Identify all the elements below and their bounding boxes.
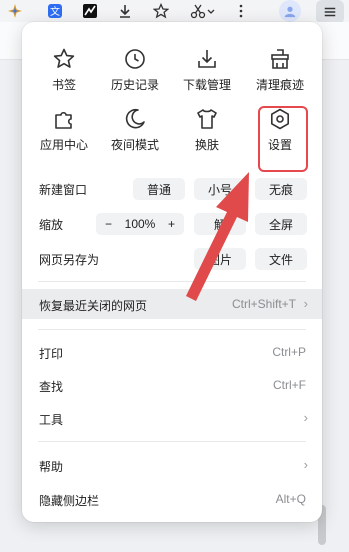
bookmarks-label: 书签 — [51, 78, 76, 92]
find-item[interactable]: 查找 Ctrl+F — [22, 370, 322, 400]
zoom-out-button[interactable]: − — [105, 217, 112, 231]
zoom-row: 缩放 − 100% + 解 全屏 — [22, 209, 322, 239]
clock-icon — [123, 47, 147, 71]
find-label: 查找 — [39, 380, 64, 394]
downloads-button[interactable]: 下载管理 — [171, 47, 243, 103]
clear-traces-label: 清理痕迹 — [255, 78, 304, 92]
scissors-icon[interactable] — [188, 2, 218, 20]
divider — [38, 329, 306, 330]
app-center-button[interactable]: 应用中心 — [28, 107, 100, 163]
save-as-file-button[interactable]: 文件 — [255, 248, 307, 270]
divider — [38, 281, 306, 282]
settings-highlight-box — [258, 106, 308, 172]
browser-toolbar: 文 — [0, 0, 349, 24]
history-label: 历史记录 — [110, 78, 159, 92]
save-as-row: 网页另存为 图片 文件 — [22, 244, 322, 274]
zoom-value: 100% — [124, 217, 156, 231]
svg-text:文: 文 — [50, 5, 60, 18]
new-window-small-button[interactable]: 小号 — [194, 178, 246, 200]
chevron-right-icon: › — [303, 410, 308, 425]
star-icon[interactable] — [152, 2, 170, 20]
help-item[interactable]: 帮助 › — [22, 450, 322, 480]
fullscreen-button[interactable]: 全屏 — [255, 213, 307, 235]
restore-shortcut: Ctrl+Shift+T — [231, 297, 296, 311]
clear-traces-button[interactable]: 清理痕迹 — [244, 47, 316, 103]
save-as-image-button[interactable]: 图片 — [194, 248, 246, 270]
moon-icon — [123, 107, 147, 131]
more-vertical-icon[interactable] — [232, 2, 250, 20]
restore-closed-pages-item[interactable]: 恢复最近关闭的网页 Ctrl+Shift+T › — [22, 289, 322, 319]
downloads-label: 下载管理 — [182, 78, 231, 92]
skin-label: 换肤 — [194, 138, 219, 152]
restore-closed-pages-label: 恢复最近关闭的网页 — [39, 299, 148, 313]
zoom-label: 缩放 — [39, 217, 64, 232]
help-label: 帮助 — [39, 460, 64, 474]
tshirt-icon — [195, 107, 219, 131]
hamburger-menu-icon[interactable] — [316, 0, 344, 24]
translate-icon[interactable]: 文 — [46, 2, 64, 20]
download-box-icon — [195, 47, 219, 71]
skin-button[interactable]: 换肤 — [171, 107, 243, 163]
app-icon[interactable] — [81, 2, 99, 20]
main-menu-panel: 书签 历史记录 下载管理 清理痕迹 应用中心 夜间模式 换肤 设置 新建窗口 普… — [22, 22, 322, 522]
tools-label: 工具 — [39, 413, 64, 427]
night-mode-label: 夜间模式 — [110, 138, 159, 152]
zoom-control: − 100% + — [96, 213, 184, 235]
print-shortcut: Ctrl+P — [272, 345, 306, 359]
new-window-normal-button[interactable]: 普通 — [133, 178, 185, 200]
zoom-reset-button[interactable]: 解 — [194, 213, 246, 235]
find-shortcut: Ctrl+F — [273, 378, 306, 392]
hide-sidebar-label: 隐藏侧边栏 — [39, 494, 100, 508]
app-center-label: 应用中心 — [39, 138, 88, 152]
save-as-label: 网页另存为 — [39, 252, 100, 267]
sparkle-icon[interactable] — [6, 2, 24, 20]
new-window-label: 新建窗口 — [39, 182, 88, 197]
print-label: 打印 — [39, 347, 64, 361]
tools-item[interactable]: 工具 › — [22, 403, 322, 433]
avatar[interactable] — [279, 0, 301, 22]
hide-sidebar-shortcut: Alt+Q — [275, 492, 306, 506]
chevron-right-icon: › — [303, 457, 308, 472]
puzzle-icon — [52, 107, 76, 131]
hide-sidebar-item[interactable]: 隐藏侧边栏 Alt+Q — [22, 484, 322, 514]
bookmarks-button[interactable]: 书签 — [28, 47, 100, 103]
divider — [38, 441, 306, 442]
print-item[interactable]: 打印 Ctrl+P — [22, 337, 322, 367]
chevron-right-icon: › — [303, 296, 308, 311]
broom-icon — [268, 47, 292, 71]
zoom-in-button[interactable]: + — [168, 217, 175, 231]
star-icon — [52, 47, 76, 71]
history-button[interactable]: 历史记录 — [99, 47, 171, 103]
new-window-row: 新建窗口 普通 小号 无痕 — [22, 174, 322, 204]
night-mode-button[interactable]: 夜间模式 — [99, 107, 171, 163]
download-icon[interactable] — [116, 2, 134, 20]
new-window-incognito-button[interactable]: 无痕 — [255, 178, 307, 200]
